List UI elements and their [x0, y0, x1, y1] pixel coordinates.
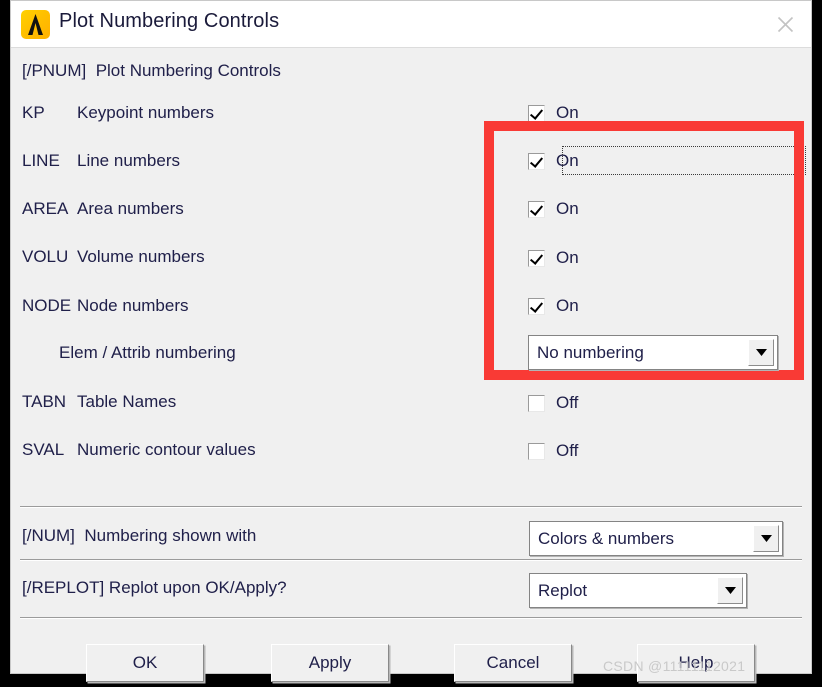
- checkbox-row-sval[interactable]: Off: [528, 440, 578, 462]
- title-bar: Plot Numbering Controls: [11, 1, 811, 48]
- checkbox-area[interactable]: [528, 200, 545, 218]
- row-code-area: AREA: [22, 199, 69, 218]
- combo-value-elem-attrib: No numbering: [537, 342, 644, 362]
- window-title: Plot Numbering Controls: [59, 10, 280, 32]
- combo-elem-attrib-numbering[interactable]: No numbering: [528, 335, 778, 370]
- checkbox-line[interactable]: [528, 152, 545, 170]
- watermark: CSDN @11111112021: [603, 658, 746, 674]
- row-label-sval: Numeric contour values: [77, 440, 256, 459]
- chevron-down-icon[interactable]: [717, 577, 743, 604]
- section-divider-2: [20, 559, 802, 561]
- apply-button[interactable]: Apply: [271, 644, 389, 682]
- combo-numbering-shown-with[interactable]: Colors & numbers: [529, 521, 783, 556]
- cancel-button[interactable]: Cancel: [454, 644, 572, 682]
- pnum-section-header: [/PNUM] Plot Numbering Controls: [22, 61, 281, 80]
- row-label-volu: Volume numbers: [77, 247, 205, 266]
- combo-replot[interactable]: Replot: [529, 573, 747, 608]
- replot-section-label: [/REPLOT] Replot upon OK/Apply?: [22, 578, 287, 597]
- dialog-body: [/PNUM] Plot Numbering Controls KP Keypo…: [11, 48, 811, 682]
- row-label-tabn: Table Names: [77, 392, 177, 411]
- row-label-line: Line numbers: [77, 151, 181, 170]
- checkbox-state-tabn: Off: [556, 393, 579, 412]
- row-label-node: Node numbers: [77, 296, 189, 315]
- ok-button-label: OK: [132, 653, 158, 672]
- checkbox-row-volu[interactable]: On: [528, 247, 579, 269]
- num-section-label: [/NUM] Numbering shown with: [22, 526, 257, 545]
- row-label-elem-attrib: Elem / Attrib numbering: [59, 343, 236, 362]
- checkbox-state-volu: On: [556, 248, 579, 267]
- combo-value-replot: Replot: [538, 580, 588, 600]
- checkbox-state-kp: On: [556, 103, 579, 122]
- row-label-area: Area numbers: [77, 199, 184, 218]
- chevron-down-icon[interactable]: [748, 339, 774, 366]
- checkbox-row-kp[interactable]: On: [528, 102, 579, 124]
- checkbox-node[interactable]: [528, 297, 545, 315]
- section-divider-3: [20, 617, 802, 619]
- checkbox-row-tabn[interactable]: Off: [528, 392, 578, 414]
- row-code-tabn: TABN: [22, 392, 67, 411]
- checkbox-row-node[interactable]: On: [528, 295, 579, 317]
- close-icon[interactable]: [759, 1, 811, 47]
- checkbox-state-area: On: [556, 199, 579, 218]
- checkbox-kp[interactable]: [528, 104, 545, 122]
- checkbox-tabn[interactable]: [528, 394, 545, 412]
- ansys-logo-icon: [21, 10, 50, 39]
- cancel-button-label: Cancel: [486, 653, 540, 672]
- combo-value-numbering-shown-with: Colors & numbers: [538, 528, 675, 548]
- ok-button[interactable]: OK: [86, 644, 204, 682]
- row-code-line: LINE: [22, 151, 60, 170]
- row-code-volu: VOLU: [22, 247, 69, 266]
- section-divider-1: [20, 506, 802, 508]
- apply-button-label: Apply: [308, 653, 352, 672]
- focus-indicator-kp: [562, 146, 806, 175]
- checkbox-sval[interactable]: [528, 442, 545, 460]
- checkbox-state-node: On: [556, 296, 579, 315]
- checkbox-volu[interactable]: [528, 249, 545, 267]
- row-code-sval: SVAL: [22, 440, 65, 459]
- chevron-down-icon[interactable]: [753, 525, 779, 552]
- row-code-node: NODE: [22, 296, 72, 315]
- row-label-kp: Keypoint numbers: [77, 103, 215, 122]
- plot-numbering-controls-dialog: Plot Numbering Controls [/PNUM] Plot Num…: [10, 0, 812, 682]
- checkbox-row-area[interactable]: On: [528, 198, 579, 220]
- checkbox-state-sval: Off: [556, 441, 579, 460]
